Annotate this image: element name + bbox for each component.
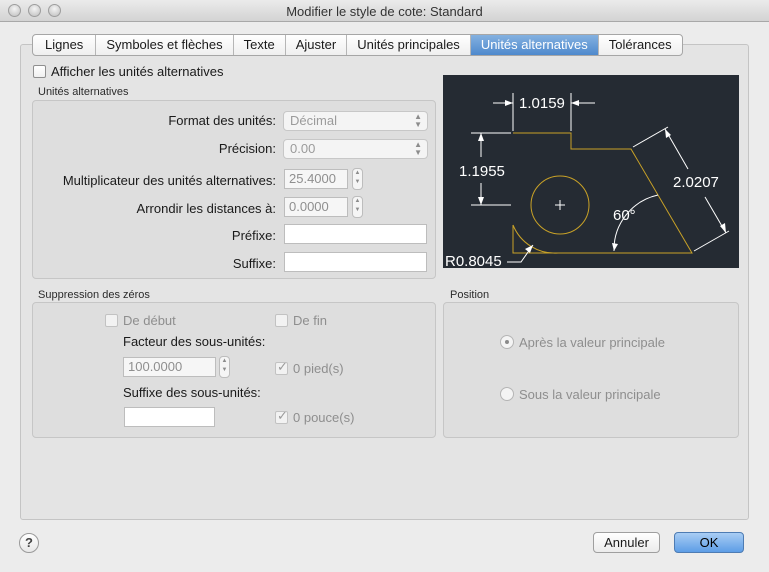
multiplier-stepper[interactable]: ▲ ▼	[352, 168, 363, 190]
subunit-suffix-field[interactable]	[124, 407, 215, 427]
trailing-zeros-label: De fin	[293, 313, 327, 328]
multiplier-field[interactable]: 25.4000	[284, 169, 348, 189]
chevron-updown-icon: ▲ ▼	[414, 140, 422, 157]
tab-unites-principales[interactable]: Unités principales	[346, 35, 470, 55]
tab-tolerances[interactable]: Tolérances	[597, 35, 682, 55]
ok-button[interactable]: OK	[674, 532, 744, 553]
subunit-factor-stepper[interactable]: ▲ ▼	[219, 356, 230, 378]
help-button[interactable]: ?	[19, 533, 39, 553]
tab-bar: Lignes Symboles et flèches Texte Ajuster…	[32, 34, 683, 56]
precision-label: Précision:	[218, 141, 276, 156]
feet-zero-label: 0 pied(s)	[293, 361, 344, 376]
angle-text: 60°	[613, 207, 636, 224]
feet-zero-checkbox[interactable]: ✓	[275, 359, 288, 375]
check-mark-icon: ✓	[277, 408, 288, 423]
angle-arrow	[612, 243, 618, 251]
trailing-zeros-checkbox[interactable]	[275, 314, 288, 327]
cancel-button[interactable]: Annuler	[593, 532, 660, 553]
tab-unites-alternatives[interactable]: Unités alternatives	[469, 35, 598, 55]
radius-arrow	[525, 245, 533, 253]
radius-text: R0.8045	[445, 253, 502, 268]
part-fillet	[512, 224, 559, 254]
position-after-label: Après la valeur principale	[519, 335, 665, 350]
suffix-field[interactable]	[284, 252, 427, 272]
round-distances-label: Arrondir les distances à:	[136, 201, 276, 216]
alt-units-group-title: Unités alternatives	[38, 86, 129, 98]
position-below-radio[interactable]	[500, 387, 514, 401]
position-below-label: Sous la valeur principale	[519, 387, 661, 402]
dim-left-text: 1.1955	[459, 163, 505, 180]
tab-lignes[interactable]: Lignes	[33, 35, 95, 55]
center-mark	[555, 200, 565, 210]
round-distances-stepper[interactable]: ▲ ▼	[352, 196, 363, 218]
leading-zeros-checkbox[interactable]	[105, 314, 118, 327]
check-mark-icon: ✓	[277, 359, 288, 374]
inches-zero-checkbox[interactable]: ✓	[275, 408, 288, 424]
radio-selected-dot	[505, 340, 509, 344]
dim-right-text: 2.0207	[673, 174, 719, 191]
unit-format-label: Format des unités:	[168, 113, 276, 128]
dimension-preview: 1.0159 1.1955 2.0207 60° R0.8045	[443, 75, 739, 270]
subunit-factor-field[interactable]: 100.0000	[123, 357, 216, 377]
position-after-radio[interactable]	[500, 335, 514, 349]
inches-zero-label: 0 pouce(s)	[293, 410, 355, 425]
subunit-suffix-label: Suffixe des sous-unités:	[123, 385, 261, 400]
precision-select[interactable]: 0.00 ▲ ▼	[283, 139, 428, 159]
round-distances-field[interactable]: 0.0000	[284, 197, 348, 217]
precision-value: 0.00	[290, 141, 316, 156]
tab-symboles-et-fleches[interactable]: Symboles et flèches	[95, 35, 232, 55]
part-outline	[512, 132, 693, 254]
dim-top-text: 1.0159	[519, 95, 565, 112]
position-title: Position	[450, 289, 490, 301]
title-bar: Modifier le style de cote: Standard	[0, 0, 769, 22]
multiplier-label: Multiplicateur des unités alternatives:	[62, 173, 276, 188]
chevron-updown-icon: ▲ ▼	[414, 112, 422, 129]
suffix-label: Suffixe:	[232, 256, 276, 271]
tab-texte[interactable]: Texte	[232, 35, 285, 55]
window-title: Modifier le style de cote: Standard	[286, 4, 483, 19]
show-alt-units-label: Afficher les unités alternatives	[51, 64, 224, 79]
zero-suppression-group	[32, 302, 436, 438]
prefix-field[interactable]	[284, 224, 427, 244]
show-alt-units-checkbox[interactable]	[33, 65, 46, 78]
tab-ajuster[interactable]: Ajuster	[284, 35, 346, 55]
preview-drawing: 1.0159 1.1955 2.0207 60° R0.8045	[445, 93, 730, 270]
unit-format-select[interactable]: Décimal ▲ ▼	[283, 111, 428, 131]
leading-zeros-label: De début	[123, 313, 176, 328]
zero-suppression-title: Suppression des zéros	[38, 289, 150, 301]
position-group	[443, 302, 739, 438]
prefix-label: Préfixe:	[231, 228, 276, 243]
subunit-factor-label: Facteur des sous-unités:	[123, 334, 266, 349]
unit-format-value: Décimal	[290, 113, 337, 128]
